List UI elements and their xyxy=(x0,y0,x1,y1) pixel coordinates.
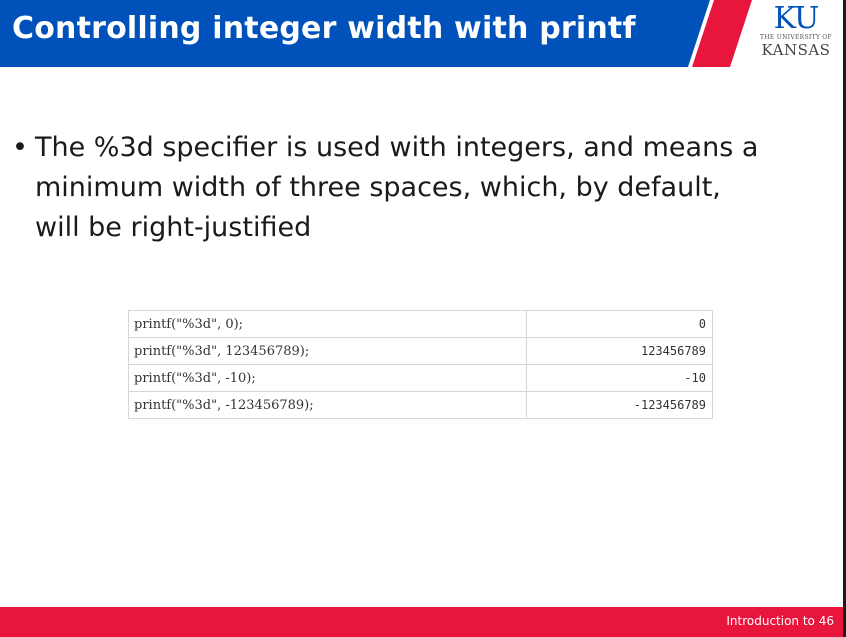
command-cell: printf("%3d", 0); xyxy=(128,310,527,338)
footer-bar: Introduction to 46 xyxy=(0,607,846,637)
slide-title: Controlling integer width with printf xyxy=(12,11,636,46)
table-row: printf("%3d", -10); -10 xyxy=(128,364,713,392)
bullet-icon: • xyxy=(12,132,28,163)
command-cell: printf("%3d", -123456789); xyxy=(128,391,527,419)
footer-label: Introduction to 46 xyxy=(726,614,834,628)
footer-course-text: Introduction to xyxy=(726,614,815,628)
bullet-point: • The %3d specifier is used with integer… xyxy=(12,128,772,248)
output-cell: -123456789 xyxy=(526,391,713,419)
ku-logo: KU THE UNIVERSITY OF KANSAS xyxy=(752,4,840,66)
code-example-table: printf("%3d", 0); 0 printf("%3d", 123456… xyxy=(128,310,713,419)
logo-ku-mark: KU xyxy=(773,1,820,36)
output-cell: 123456789 xyxy=(526,337,713,365)
command-cell: printf("%3d", 123456789); xyxy=(128,337,527,365)
output-cell: 0 xyxy=(526,310,713,338)
logo-kansas-text: KANSAS xyxy=(761,41,831,59)
output-cell: -10 xyxy=(526,364,713,392)
slide: Controlling integer width with printf KU… xyxy=(0,0,846,637)
table-row: printf("%3d", 123456789); 123456789 xyxy=(128,337,713,365)
command-cell: printf("%3d", -10); xyxy=(128,364,527,392)
bullet-text: The %3d specifier is used with integers,… xyxy=(35,132,759,243)
table-row: printf("%3d", 0); 0 xyxy=(128,310,713,338)
table-row: printf("%3d", -123456789); -123456789 xyxy=(128,391,713,419)
page-number: 46 xyxy=(818,614,834,628)
